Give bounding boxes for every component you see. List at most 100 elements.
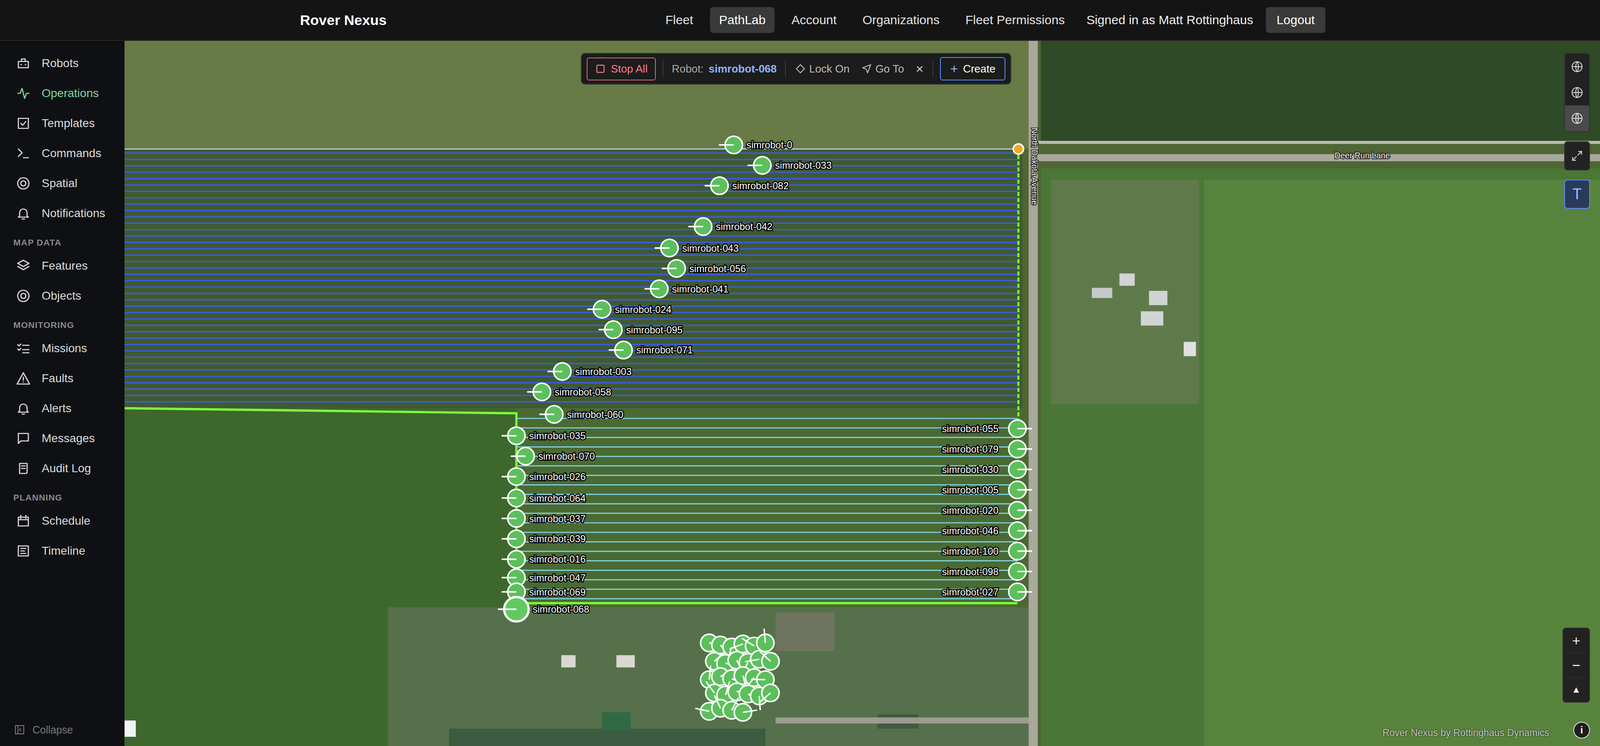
robot-marker[interactable] — [1008, 501, 1033, 520]
robot-marker[interactable] — [501, 427, 525, 445]
ground — [124, 40, 1600, 746]
robot-marker[interactable] — [760, 651, 780, 670]
robot-marker[interactable] — [501, 509, 525, 528]
menu-icon — [15, 400, 31, 416]
robot-marker[interactable] — [510, 447, 535, 465]
sidebar-item[interactable]: Alerts — [0, 393, 125, 424]
sidebar-item[interactable]: Faults — [0, 363, 125, 394]
waypoint-dot[interactable] — [1013, 143, 1024, 154]
robot-marker[interactable] — [547, 362, 571, 381]
road — [775, 717, 1031, 724]
robot-marker[interactable] — [688, 217, 712, 236]
robot-marker[interactable] — [654, 239, 678, 257]
robot-marker[interactable] — [756, 628, 775, 652]
robot-marker[interactable] — [501, 489, 525, 507]
robot-label: simrobot-035 — [529, 430, 586, 442]
robot-label: simrobot-082 — [732, 180, 789, 192]
path-row — [124, 165, 1018, 167]
brand[interactable]: Rover Nexus — [300, 12, 657, 29]
field — [516, 408, 1023, 608]
menu-icon — [15, 460, 31, 476]
building — [1091, 287, 1113, 298]
zoom-button[interactable]: + — [1563, 628, 1590, 653]
fullscreen-button[interactable] — [1564, 141, 1590, 171]
robot-marker[interactable] — [501, 550, 525, 568]
map-canvas[interactable]: Deer Run LaneNorth Dakota Avenuesimrobot… — [124, 40, 1600, 746]
robot-marker[interactable] — [1008, 420, 1033, 438]
sidebar-item[interactable]: Templates — [0, 108, 125, 139]
robot-marker[interactable] — [747, 156, 771, 175]
layer-button[interactable] — [1565, 53, 1590, 80]
sidebar-item[interactable]: Audit Log — [0, 453, 125, 484]
stop-all-button[interactable]: Stop All — [586, 57, 656, 81]
sidebar-item[interactable]: Spatial — [0, 168, 125, 199]
scale-marker — [124, 720, 136, 737]
sidebar-item[interactable]: Commands — [0, 138, 125, 169]
sidebar-item[interactable]: Robots — [0, 48, 125, 79]
robot-marker[interactable] — [704, 177, 728, 195]
sidebar-item[interactable]: Messages — [0, 423, 125, 454]
close-button[interactable]: × — [913, 61, 927, 77]
info-button[interactable]: i — [1573, 721, 1590, 739]
logout-button[interactable]: Logout — [1265, 7, 1326, 33]
menu-icon — [15, 55, 31, 71]
layer-button[interactable] — [1565, 105, 1590, 132]
map[interactable]: Deer Run LaneNorth Dakota Avenuesimrobot… — [124, 40, 1600, 746]
robot-marker[interactable] — [661, 259, 685, 278]
nav-item[interactable]: PathLab — [710, 7, 775, 33]
sidebar-item[interactable]: Objects — [0, 280, 125, 311]
path-row — [124, 292, 1018, 294]
robot-marker[interactable] — [734, 703, 758, 721]
sidebar-item[interactable]: Notifications — [0, 198, 125, 229]
nav-item[interactable]: Account — [782, 7, 846, 33]
layer-button[interactable] — [1565, 79, 1590, 106]
nav-item[interactable]: Fleet Permissions — [956, 7, 1074, 33]
sidebar-item[interactable]: Features — [0, 250, 125, 281]
robot-marker[interactable] — [497, 597, 529, 622]
robot-marker[interactable] — [587, 300, 611, 318]
path-row — [124, 158, 1018, 160]
robot-marker[interactable] — [608, 341, 633, 359]
robot-marker[interactable] — [1008, 542, 1033, 560]
zoom-button[interactable]: ▲ — [1563, 677, 1590, 702]
path-row — [124, 350, 1018, 352]
collapse-button[interactable]: Collapse — [0, 723, 125, 746]
sidebar-item[interactable]: Missions — [0, 333, 125, 364]
nav-item[interactable]: Organizations — [853, 7, 949, 33]
robot-label: simrobot-020 — [942, 505, 999, 516]
robot-marker[interactable] — [501, 530, 525, 548]
robot-marker[interactable] — [501, 467, 525, 486]
robot-marker[interactable] — [644, 280, 668, 298]
robot-marker[interactable] — [598, 320, 622, 339]
robot-marker[interactable] — [539, 405, 563, 423]
menu-icon — [15, 205, 31, 221]
path-row — [124, 177, 1018, 180]
robot-marker[interactable] — [1008, 522, 1033, 540]
robot-marker[interactable] — [1008, 562, 1033, 580]
boundary-line — [1017, 149, 1020, 429]
sidebar-item[interactable]: Timeline — [0, 535, 125, 566]
go-to-button[interactable]: Go To — [858, 62, 907, 76]
lock-on-button[interactable]: Lock On — [792, 62, 853, 76]
robot-label: simrobot-024 — [615, 304, 672, 315]
robot-label: simrobot-041 — [672, 283, 729, 295]
robot-marker[interactable] — [1008, 582, 1033, 601]
nav-item[interactable]: Fleet — [656, 7, 703, 33]
text-tool-button[interactable]: T — [1564, 179, 1590, 209]
sidebar-item[interactable]: Operations — [0, 78, 125, 109]
path-row — [124, 299, 1018, 301]
robot-label: simrobot-046 — [942, 525, 999, 537]
robot-label: simrobot-079 — [942, 443, 999, 455]
robot-marker[interactable] — [718, 136, 743, 154]
zoom-button[interactable]: − — [1563, 652, 1590, 678]
robot-marker[interactable] — [1008, 481, 1033, 499]
path-row — [124, 401, 1018, 403]
create-button[interactable]: +Create — [940, 57, 1006, 81]
robot-marker[interactable] — [1008, 460, 1033, 479]
sidebar-section-title: MONITORING — [0, 310, 125, 334]
sidebar-item[interactable]: Schedule — [0, 505, 125, 536]
robot-marker[interactable] — [527, 383, 551, 401]
robot-selector[interactable]: Robot:simrobot-068 — [670, 62, 779, 76]
robot-marker[interactable] — [1008, 440, 1033, 458]
robot-marker[interactable] — [759, 684, 780, 703]
